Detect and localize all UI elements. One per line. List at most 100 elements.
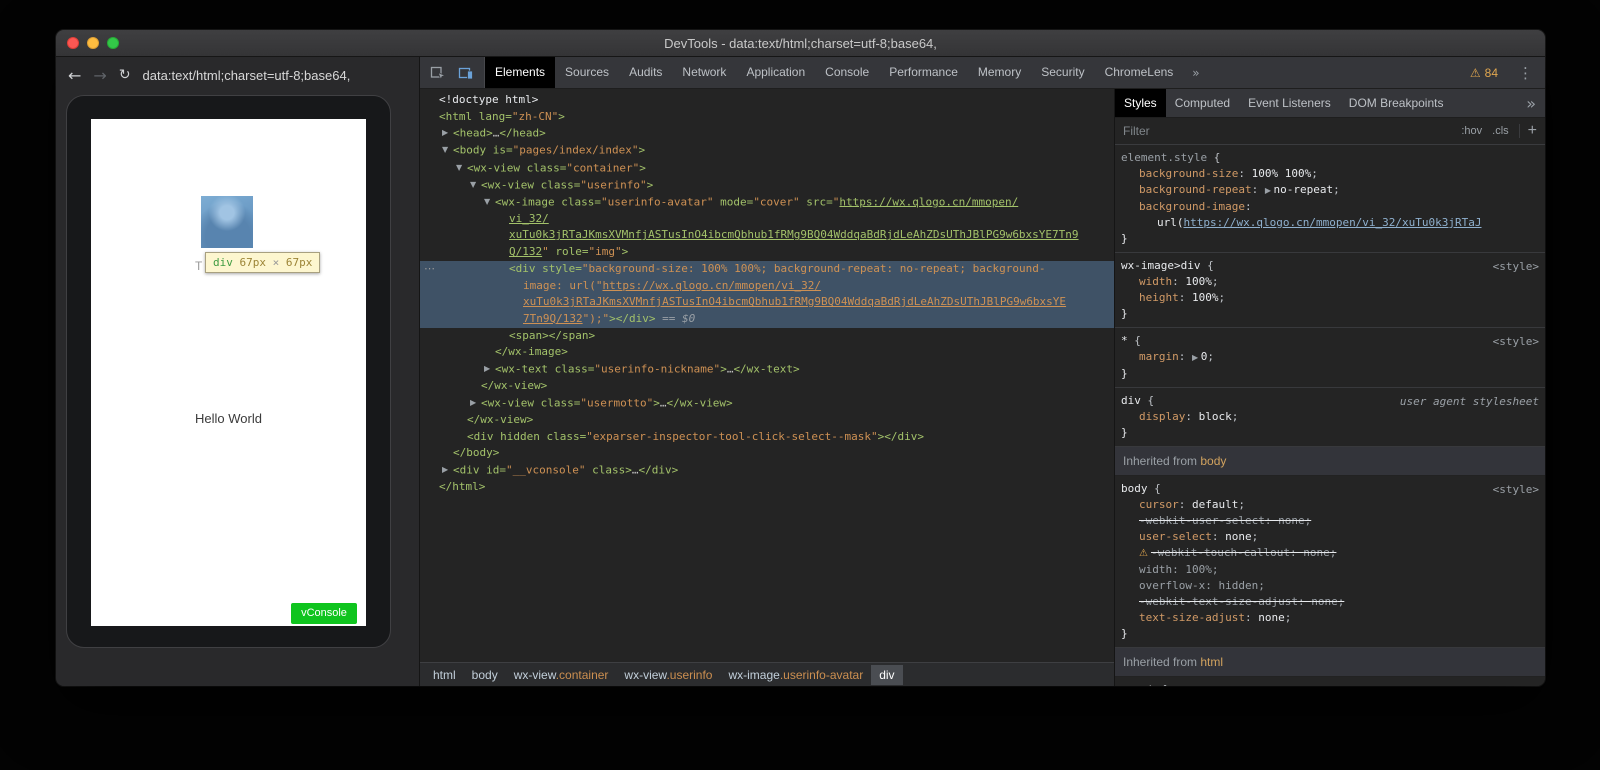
zoom-window-button[interactable]	[107, 37, 119, 49]
dom-tree-node[interactable]: Q/132" role="img">	[420, 244, 1114, 261]
css-property[interactable]: background-size: 100% 100%;	[1121, 166, 1539, 182]
rule-origin-link[interactable]: <style>	[1493, 259, 1539, 275]
breadcrumb-item[interactable]: body	[464, 665, 506, 685]
dom-tree-node[interactable]: image: url("https://wx.qlogo.cn/mmopen/v…	[420, 278, 1114, 295]
expand-arrow-icon[interactable]: ▶	[442, 462, 453, 479]
more-options-icon[interactable]: ⋮	[1506, 64, 1545, 82]
rule-origin-link[interactable]: <style>	[1493, 482, 1539, 498]
dom-tree-node[interactable]: ▼<body is="pages/index/index">	[420, 142, 1114, 159]
warning-badge[interactable]: ⚠ 84	[1462, 66, 1506, 80]
dom-tree-node[interactable]: 7Tn9Q/132");"></div> == $0	[420, 311, 1114, 328]
rule-origin-link[interactable]: <style>	[1493, 334, 1539, 350]
tab-audits[interactable]: Audits	[619, 57, 672, 88]
dom-tree-node[interactable]: ▶<div id="__vconsole" class>…</div>	[420, 462, 1114, 479]
expand-arrow-icon[interactable]: ▶	[442, 125, 453, 142]
dom-tree-node[interactable]: <html lang="zh-CN">	[420, 109, 1114, 126]
css-property[interactable]: -webkit-user-select: none;	[1121, 513, 1539, 529]
dom-tree-node[interactable]: vi_32/	[420, 211, 1114, 228]
tab-network[interactable]: Network	[672, 57, 736, 88]
styles-filter-input[interactable]	[1123, 124, 1451, 138]
rule-origin-link[interactable]: user agent stylesheet	[1400, 394, 1539, 410]
rule-selector[interactable]: body {	[1121, 481, 1539, 497]
css-property[interactable]: cursor: default;	[1121, 497, 1539, 513]
url-link[interactable]: https://wx.qlogo.cn/mmopen/vi_32/xuTu0k3…	[1184, 216, 1482, 229]
minimize-window-button[interactable]	[87, 37, 99, 49]
node-more-actions-icon[interactable]: ⋯	[424, 261, 435, 278]
css-property[interactable]: margin: ▶ 0;	[1121, 349, 1539, 366]
collapse-arrow-icon[interactable]: ▼	[442, 142, 453, 159]
css-property[interactable]: ⚠-webkit-touch-callout: none;	[1121, 545, 1539, 562]
tab-performance[interactable]: Performance	[879, 57, 968, 88]
rule-origin-link[interactable]: <style>	[1493, 683, 1539, 686]
expand-longhand-icon[interactable]: ▶	[1265, 186, 1274, 195]
dom-tree-node[interactable]: <span></span>	[420, 328, 1114, 345]
dom-tree-node[interactable]: xuTu0k3jRTaJKmsXVMnfjASTusInO4ibcmQbhub1…	[420, 294, 1114, 311]
tab-application[interactable]: Application	[736, 57, 815, 88]
dom-tree-node[interactable]: ▶<wx-text class="userinfo-nickname">…</w…	[420, 361, 1114, 378]
dom-tree-node[interactable]: ▼<wx-image class="userinfo-avatar" mode=…	[420, 194, 1114, 211]
dom-tree-node[interactable]: </wx-view>	[420, 378, 1114, 395]
vconsole-button[interactable]: vConsole	[291, 603, 357, 624]
styles-tab-dom-breakpoints[interactable]: DOM Breakpoints	[1340, 89, 1453, 117]
styles-more-tabs-icon[interactable]: »	[1517, 94, 1545, 113]
css-property[interactable]: url(https://wx.qlogo.cn/mmopen/vi_32/xuT…	[1121, 215, 1539, 231]
new-style-rule-button[interactable]: +	[1519, 124, 1537, 138]
tab-chromelens[interactable]: ChromeLens	[1095, 57, 1184, 88]
breadcrumb-item[interactable]: html	[425, 665, 464, 685]
rule-selector[interactable]: :root {	[1121, 682, 1539, 686]
forward-button[interactable]: →	[93, 66, 106, 85]
inspect-element-icon[interactable]	[425, 61, 451, 85]
css-property[interactable]: overflow-x: hidden;	[1121, 578, 1539, 594]
collapse-arrow-icon[interactable]: ▼	[470, 177, 481, 194]
expand-longhand-icon[interactable]: ▶	[1192, 353, 1201, 362]
rule-selector[interactable]: element.style {	[1121, 150, 1539, 166]
window-titlebar[interactable]: DevTools - data:text/html;charset=utf-8;…	[56, 30, 1545, 57]
breadcrumb-item[interactable]: wx-image.userinfo-avatar	[720, 665, 871, 685]
dom-tree-node[interactable]: </html>	[420, 479, 1114, 496]
styles-tab-event-listeners[interactable]: Event Listeners	[1239, 89, 1340, 117]
rule-selector[interactable]: * {	[1121, 333, 1539, 349]
tab-console[interactable]: Console	[815, 57, 879, 88]
more-tabs-icon[interactable]: »	[1183, 66, 1208, 80]
rule-selector[interactable]: wx-image>div {	[1121, 258, 1539, 274]
dom-tree-node[interactable]: <!doctype html>	[420, 92, 1114, 109]
styles-tab-computed[interactable]: Computed	[1166, 89, 1239, 117]
breadcrumb-item[interactable]: wx-view.userinfo	[616, 665, 720, 685]
css-property[interactable]: user-select: none;	[1121, 529, 1539, 545]
breadcrumb-item[interactable]: wx-view.container	[506, 665, 617, 685]
node-link[interactable]: html	[1200, 655, 1223, 669]
css-property[interactable]: -webkit-text-size-adjust: none;	[1121, 594, 1539, 610]
collapse-arrow-icon[interactable]: ▼	[484, 194, 495, 211]
dom-tree-node[interactable]: xuTu0k3jRTaJKmsXVMnfjASTusInO4ibcmQbhub1…	[420, 227, 1114, 244]
css-property[interactable]: background-image:	[1121, 199, 1539, 215]
expand-arrow-icon[interactable]: ▶	[484, 361, 495, 378]
dom-tree-node[interactable]: ▼<wx-view class="userinfo">	[420, 177, 1114, 194]
tab-memory[interactable]: Memory	[968, 57, 1031, 88]
tab-sources[interactable]: Sources	[555, 57, 619, 88]
node-link[interactable]: body	[1200, 454, 1226, 468]
collapse-arrow-icon[interactable]: ▼	[456, 160, 467, 177]
css-property[interactable]: display: block;	[1121, 409, 1539, 425]
breadcrumb-item[interactable]: div	[871, 665, 902, 685]
dom-tree-node[interactable]: ▶<head>…</head>	[420, 125, 1114, 142]
device-toolbar-icon[interactable]	[453, 61, 479, 85]
reload-button[interactable]: ↻	[119, 67, 131, 83]
css-property[interactable]: width: 100%;	[1121, 562, 1539, 578]
styles-tab-styles[interactable]: Styles	[1115, 89, 1166, 117]
dom-tree-node[interactable]: <div hidden class="exparser-inspector-to…	[420, 429, 1114, 446]
css-property[interactable]: width: 100%;	[1121, 274, 1539, 290]
toggle-element-state-button[interactable]: :hov	[1461, 125, 1482, 137]
dom-tree-node[interactable]: </body>	[420, 445, 1114, 462]
url-text[interactable]: data:text/html;charset=utf-8;base64,	[143, 68, 351, 83]
back-button[interactable]: ←	[68, 66, 81, 85]
css-property[interactable]: height: 100%;	[1121, 290, 1539, 306]
dom-tree-node[interactable]: </wx-view>	[420, 412, 1114, 429]
close-window-button[interactable]	[67, 37, 79, 49]
dom-tree-node[interactable]: ▶<wx-view class="usermotto">…</wx-view>	[420, 395, 1114, 412]
css-property[interactable]: text-size-adjust: none;	[1121, 610, 1539, 626]
expand-arrow-icon[interactable]: ▶	[470, 395, 481, 412]
dom-tree-node[interactable]: ▼<wx-view class="container">	[420, 160, 1114, 177]
css-property[interactable]: background-repeat: ▶ no-repeat;	[1121, 182, 1539, 199]
tab-security[interactable]: Security	[1031, 57, 1094, 88]
dom-tree-node[interactable]: </wx-image>	[420, 344, 1114, 361]
